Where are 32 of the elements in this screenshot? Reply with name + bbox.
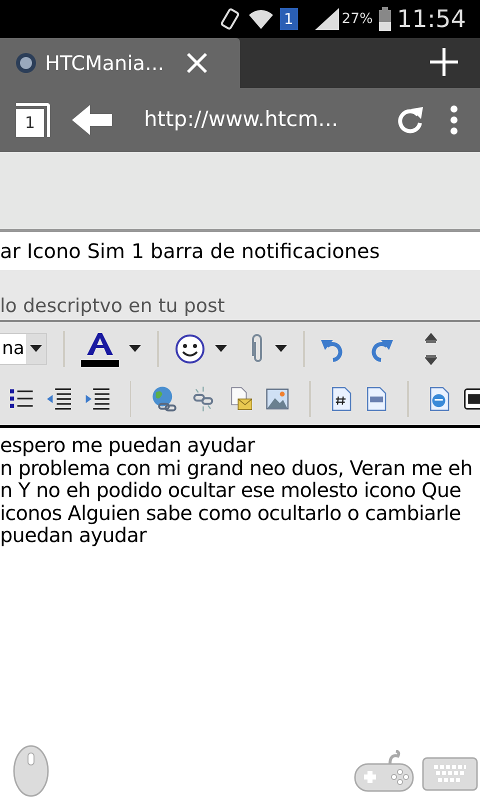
url-field[interactable]: http://www.htcm... [144,104,338,136]
menu-icon[interactable] [450,105,458,135]
smiley-icon[interactable] [175,334,205,364]
font-color-icon[interactable] [81,330,119,366]
caret-icon[interactable] [275,344,287,352]
paperclip-icon[interactable] [251,334,265,364]
tab-title: HTCMania... [45,50,164,77]
editor-line: espero me puedan ayudar [0,434,256,456]
resize-icon[interactable] [425,332,437,366]
editor-line: n problema con mi grand neo duos, Veran me eh [0,456,474,479]
new-tab-icon[interactable] [430,48,458,76]
globe-icon [15,52,37,74]
image-icon[interactable] [266,386,290,412]
reload-icon[interactable] [396,105,424,135]
caret-icon[interactable] [129,344,141,352]
back-icon[interactable] [72,105,112,135]
sim-badge: 1 [280,8,298,30]
caret-icon[interactable] [215,344,227,352]
editor-line: iconos Alguien sabe como ocultarlo o cambiarle [0,502,462,524]
editor-line: n Y no eh podido ocultar ese molesto icono Que [0,479,462,502]
battery-icon [378,7,391,31]
browser-tab[interactable]: HTCMania... [0,38,240,88]
caret-icon[interactable] [30,344,42,352]
vibrate-icon [220,7,242,31]
font-select[interactable]: na [0,332,47,364]
editor-line: puedan ayudar [0,524,148,546]
wifi-icon [248,8,274,30]
signal-icon [314,7,340,31]
clock: 11:54 [396,4,466,35]
hint-text: lo descriptvo en tu post [0,294,225,319]
battery-percent: 27% [342,10,373,28]
close-icon[interactable] [186,52,208,74]
